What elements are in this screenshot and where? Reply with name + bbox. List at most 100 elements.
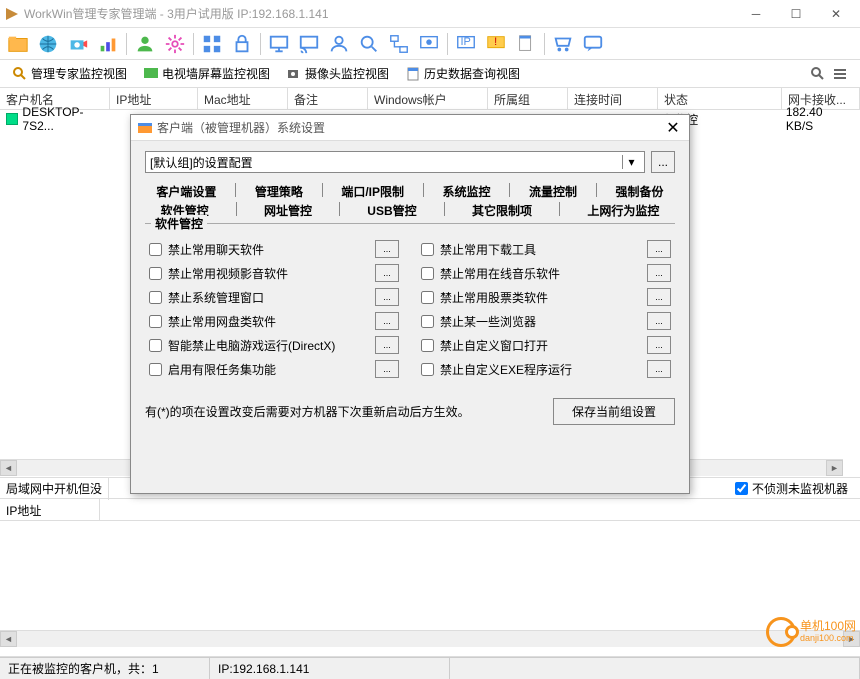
ip-col-header[interactable]: IP地址 (0, 499, 100, 520)
check-tasks[interactable] (149, 363, 162, 376)
check-netdisk[interactable] (149, 315, 162, 328)
stock-more-button[interactable]: ... (647, 288, 671, 306)
toolbar-folder-icon[interactable] (4, 30, 32, 58)
tab-usb[interactable]: USB管控 (363, 202, 420, 219)
tab-sysmon[interactable]: 系统监控 (438, 183, 494, 200)
group-more-button[interactable]: ... (651, 151, 675, 173)
save-button[interactable]: 保存当前组设置 (553, 398, 675, 425)
toolbar-search-icon[interactable] (355, 30, 383, 58)
check-customexe[interactable] (421, 363, 434, 376)
no-detect-checkbox[interactable] (735, 482, 748, 495)
check-video[interactable] (149, 267, 162, 280)
browser-more-button[interactable]: ... (647, 312, 671, 330)
col-mac[interactable]: Mac地址 (198, 88, 288, 109)
game-more-button[interactable]: ... (375, 336, 399, 354)
main-toolbar: IP ! (0, 28, 860, 60)
toolbar-chat-icon[interactable] (579, 30, 607, 58)
col-group[interactable]: 所属组 (488, 88, 568, 109)
sub-tab-monitor[interactable]: 管理专家监控视图 (4, 63, 135, 84)
toolbar-person-icon[interactable] (325, 30, 353, 58)
chat-more-button[interactable]: ... (375, 240, 399, 258)
sub-tab-label: 摄像头监控视图 (305, 65, 389, 82)
sub-tab-label: 电视墙屏幕监控视图 (162, 65, 270, 82)
tab-behavior[interactable]: 上网行为监控 (583, 202, 663, 219)
check-game[interactable] (149, 339, 162, 352)
toolbar-ip-icon[interactable]: IP (452, 30, 480, 58)
customwin-more-button[interactable]: ... (647, 336, 671, 354)
tab-traffic[interactable]: 流量控制 (525, 183, 581, 200)
check-video-label: 禁止常用视频影音软件 (168, 265, 375, 282)
check-customwin-label: 禁止自定义窗口打开 (440, 337, 647, 354)
toolbar-settings-icon[interactable] (161, 30, 189, 58)
tab-url[interactable]: 网址管控 (260, 202, 316, 219)
music-more-button[interactable]: ... (647, 264, 671, 282)
sub-search-icon[interactable] (808, 64, 828, 84)
download-more-button[interactable]: ... (647, 240, 671, 258)
maximize-button[interactable]: ☐ (776, 0, 816, 28)
toolbar-cart-icon[interactable] (549, 30, 577, 58)
software-control-groupbox: 软件管控 禁止常用聊天软件... 禁止常用下载工具... 禁止常用视频影音软件.… (145, 223, 675, 378)
toolbar-network2-icon[interactable] (415, 30, 443, 58)
sub-tab-tvwall[interactable]: 电视墙屏幕监控视图 (135, 63, 278, 84)
check-music[interactable] (421, 267, 434, 280)
check-download[interactable] (421, 243, 434, 256)
watermark-logo-icon (766, 617, 796, 647)
check-chat[interactable] (149, 243, 162, 256)
tab-client-settings[interactable]: 客户端设置 (152, 183, 220, 200)
monitor-status-icon (6, 113, 18, 125)
toolbar-doc-icon[interactable] (512, 30, 540, 58)
toolbar-network1-icon[interactable] (385, 30, 413, 58)
tab-backup[interactable]: 强制备份 (611, 183, 667, 200)
check-sysmgmt[interactable] (149, 291, 162, 304)
horizontal-scrollbar-lower[interactable]: ◄► (0, 630, 860, 647)
groupbox-title: 软件管控 (151, 215, 207, 232)
col-status[interactable]: 状态 (658, 88, 782, 109)
check-netdisk-label: 禁止常用网盘类软件 (168, 313, 375, 330)
toolbar-lock-icon[interactable] (228, 30, 256, 58)
check-stock-label: 禁止常用股票类软件 (440, 289, 647, 306)
col-ip[interactable]: IP地址 (110, 88, 198, 109)
check-chat-label: 禁止常用聊天软件 (168, 241, 375, 258)
toolbar-monitor-icon[interactable] (265, 30, 293, 58)
check-browser[interactable] (421, 315, 434, 328)
client-netrate: 182.40 KB/S (780, 105, 860, 133)
check-customwin[interactable] (421, 339, 434, 352)
titlebar-text: WorkWin管理专家管理端 - 3用户试用版 IP:192.168.1.141 (24, 5, 736, 22)
customexe-more-button[interactable]: ... (647, 360, 671, 378)
check-game-label: 智能禁止电脑游戏运行(DirectX) (168, 337, 375, 354)
video-more-button[interactable]: ... (375, 264, 399, 282)
toolbar-stats-icon[interactable] (94, 30, 122, 58)
toolbar-cast-icon[interactable] (295, 30, 323, 58)
toolbar-alert-icon[interactable]: ! (482, 30, 510, 58)
toolbar-globe-icon[interactable] (34, 30, 62, 58)
sub-menu-icon[interactable] (830, 64, 850, 84)
check-sysmgmt-label: 禁止系统管理窗口 (168, 289, 375, 306)
tab-other[interactable]: 其它限制项 (468, 202, 536, 219)
toolbar-user-icon[interactable] (131, 30, 159, 58)
close-button[interactable]: ✕ (816, 0, 856, 28)
watermark-main: 单机100网 (800, 620, 856, 633)
magnifier-icon (12, 66, 28, 82)
group-config-select[interactable]: [默认组]的设置配置 ▾ (145, 151, 645, 173)
svg-text:!: ! (494, 35, 497, 47)
netdisk-more-button[interactable]: ... (375, 312, 399, 330)
tasks-more-button[interactable]: ... (375, 360, 399, 378)
svg-text:IP: IP (461, 35, 471, 47)
toolbar-camera-icon[interactable] (64, 30, 92, 58)
sub-tab-history[interactable]: 历史数据查询视图 (397, 63, 528, 84)
group-select-text: [默认组]的设置配置 (150, 154, 622, 171)
check-customexe-label: 禁止自定义EXE程序运行 (440, 361, 647, 378)
tab-port-ip[interactable]: 端口/IP限制 (337, 183, 408, 200)
dialog-close-button[interactable]: ✕ (663, 118, 683, 138)
col-winacct[interactable]: Windows帐户 (368, 88, 488, 109)
check-stock[interactable] (421, 291, 434, 304)
toolbar-grid-icon[interactable] (198, 30, 226, 58)
dropdown-icon: ▾ (622, 155, 640, 169)
minimize-button[interactable]: ─ (736, 0, 776, 28)
col-remark[interactable]: 备注 (288, 88, 368, 109)
tab-policy[interactable]: 管理策略 (251, 183, 307, 200)
sub-tab-camera[interactable]: 摄像头监控视图 (278, 63, 397, 84)
watermark: 单机100网 danji100.com (766, 617, 856, 647)
sysmgmt-more-button[interactable]: ... (375, 288, 399, 306)
col-conntime[interactable]: 连接时间 (568, 88, 658, 109)
